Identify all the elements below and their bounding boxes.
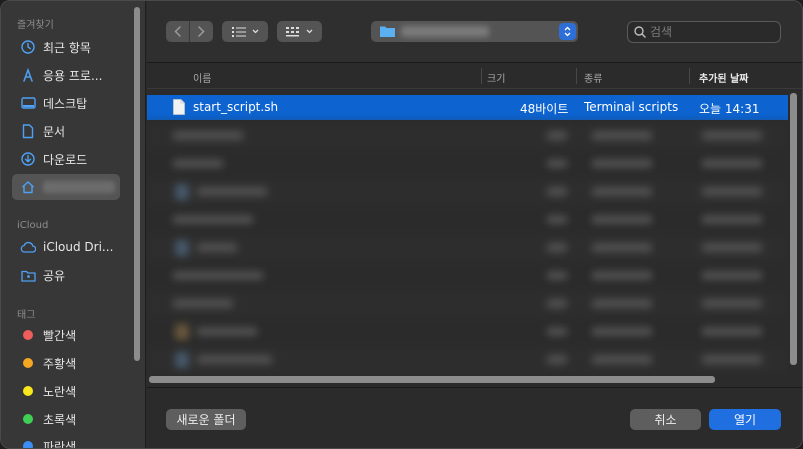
search-input[interactable] [650, 25, 770, 39]
folder-icon [380, 26, 395, 37]
file-list: start_script.sh 48바이트 Terminal scripts 오… [147, 90, 788, 375]
blurred-row [147, 262, 788, 290]
grid-view-icon [286, 26, 299, 36]
sidebar-item-documents[interactable]: 문서 [12, 118, 120, 144]
sidebar-item-label: 노란색 [43, 384, 77, 399]
file-name: start_script.sh [193, 100, 279, 114]
script-file-icon [173, 99, 185, 115]
column-size[interactable]: 크기 [487, 70, 505, 85]
home-folder-name-redacted [43, 181, 115, 193]
file-date: 오늘 14:31 [699, 102, 760, 116]
cloud-icon [20, 239, 36, 255]
sidebar-item-label: 다운로드 [43, 152, 88, 167]
blurred-row [147, 206, 788, 234]
file-kind: Terminal scripts [584, 100, 679, 114]
blurred-row [147, 122, 788, 150]
column-header: 이름 크기 종류 추가된 날짜 [147, 64, 802, 89]
file-list-vertical-scrollbar[interactable] [790, 93, 797, 365]
chevron-down-icon [306, 29, 313, 34]
file-size: 48바이트 [520, 102, 569, 116]
cancel-button[interactable]: 취소 [630, 409, 701, 430]
favorites-section-title: 즐겨찾기 [17, 20, 54, 31]
desktop-icon [20, 95, 36, 111]
shared-folder-icon [20, 267, 36, 283]
sidebar-item-label: 문서 [43, 124, 66, 139]
forward-button[interactable] [190, 21, 213, 42]
sidebar-item-desktop[interactable]: 데스크탑 [12, 90, 120, 116]
sidebar-tag-green[interactable]: 초록색 [12, 406, 120, 432]
blurred-row [147, 318, 788, 346]
column-kind[interactable]: 종류 [584, 70, 602, 85]
sidebar-tag-blue[interactable]: 파란색 [12, 433, 120, 449]
chevron-down-icon [252, 29, 258, 34]
sidebar-scrollbar[interactable] [134, 7, 140, 361]
chevron-right-icon [198, 26, 205, 37]
icloud-section-title: iCloud [17, 220, 49, 231]
tags-section-title: 태그 [17, 310, 36, 321]
location-popup[interactable] [371, 21, 578, 42]
blue-tag-dot-icon [23, 441, 33, 448]
back-forward-control [166, 21, 213, 42]
sidebar-item-label: 최근 항목 [43, 40, 91, 55]
sidebar-item-label: 주황색 [43, 356, 77, 371]
sidebar-item-label: iCloud Dri... [43, 240, 114, 254]
search-field[interactable] [627, 21, 781, 43]
sidebar-item-label: 응용 프로... [43, 68, 103, 83]
sidebar-tag-orange[interactable]: 주황색 [12, 350, 120, 376]
sidebar-item-label: 빨간색 [43, 328, 77, 343]
sidebar-item-label: 파란색 [43, 439, 77, 449]
chevron-left-icon [174, 26, 181, 37]
sidebar: 즐겨찾기 최근 항목 응용 프로... 데스크탑 문서 다운로드 iCloud … [1, 1, 146, 449]
group-view-button[interactable] [277, 21, 322, 42]
sidebar-item-label: 공유 [43, 268, 66, 283]
sidebar-item-downloads[interactable]: 다운로드 [12, 146, 120, 172]
sidebar-tag-yellow[interactable]: 노란색 [12, 378, 120, 404]
yellow-tag-dot-icon [23, 386, 33, 396]
blurred-row [147, 234, 788, 262]
file-row-selected[interactable]: start_script.sh 48바이트 Terminal scripts 오… [147, 95, 788, 120]
location-name-redacted [401, 26, 489, 37]
file-list-horizontal-scrollbar[interactable] [149, 376, 715, 383]
sidebar-item-label: 데스크탑 [43, 96, 88, 111]
location-stepper[interactable] [559, 23, 576, 40]
up-down-chevron-icon [564, 26, 571, 37]
search-icon [634, 26, 646, 38]
document-icon [20, 123, 36, 139]
column-name[interactable]: 이름 [193, 70, 211, 85]
applications-icon [20, 67, 36, 83]
orange-tag-dot-icon [23, 358, 33, 368]
sidebar-item-recents[interactable]: 최근 항목 [12, 34, 120, 60]
open-button[interactable]: 열기 [709, 409, 781, 430]
open-file-dialog: 즐겨찾기 최근 항목 응용 프로... 데스크탑 문서 다운로드 iCloud … [0, 0, 803, 449]
blurred-row [147, 290, 788, 318]
back-button[interactable] [166, 21, 189, 42]
red-tag-dot-icon [23, 330, 33, 340]
clock-icon [20, 39, 36, 55]
sidebar-item-label: 초록색 [43, 412, 77, 427]
bottom-bar: 새로운 폴더 취소 열기 [147, 387, 802, 448]
new-folder-button[interactable]: 새로운 폴더 [166, 409, 246, 430]
sidebar-item-applications[interactable]: 응용 프로... [12, 62, 120, 88]
green-tag-dot-icon [23, 414, 33, 424]
blurred-row [147, 150, 788, 178]
sidebar-item-shared[interactable]: 공유 [12, 262, 120, 288]
blurred-row [147, 346, 788, 374]
download-icon [20, 151, 36, 167]
blurred-row [147, 178, 788, 206]
sidebar-item-icloud-drive[interactable]: iCloud Dri... [12, 234, 120, 260]
column-date-added[interactable]: 추가된 날짜 [699, 70, 748, 85]
toolbar [147, 1, 802, 63]
list-view-button[interactable] [222, 21, 268, 42]
home-icon [20, 179, 36, 195]
sidebar-tag-red[interactable]: 빨간색 [12, 322, 120, 348]
sidebar-item-home[interactable] [12, 174, 120, 200]
list-view-icon [231, 26, 246, 37]
